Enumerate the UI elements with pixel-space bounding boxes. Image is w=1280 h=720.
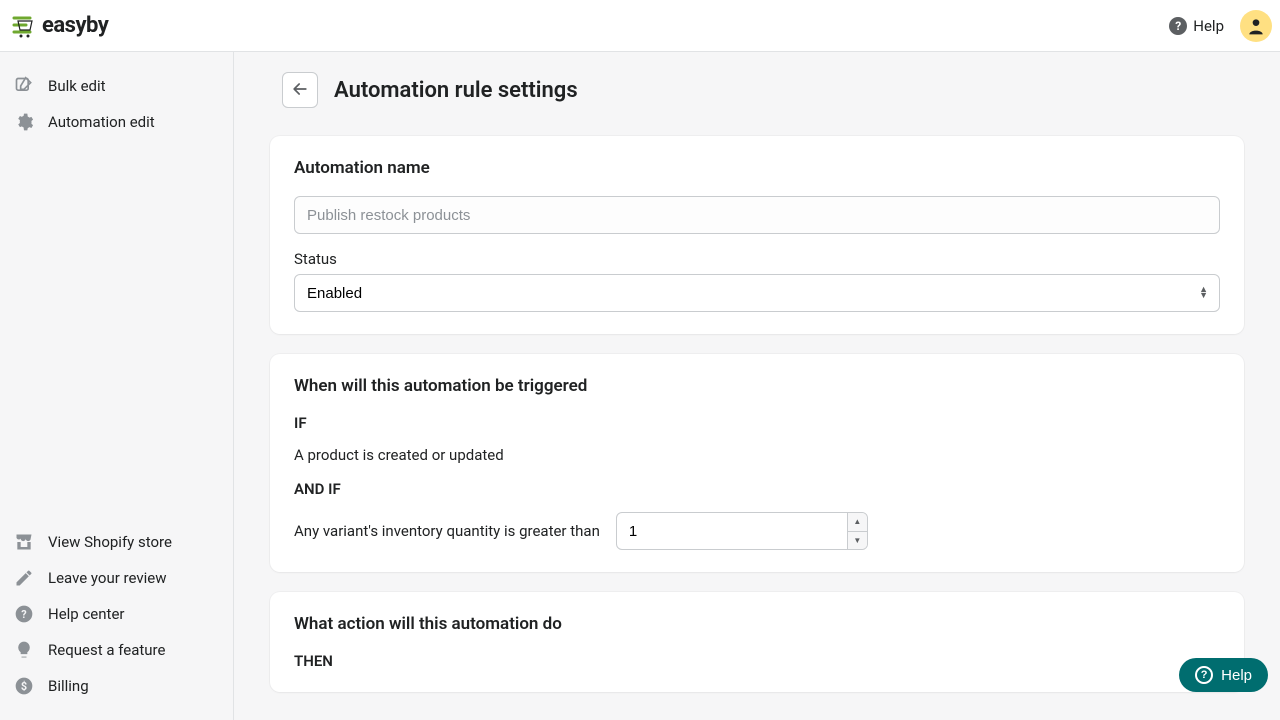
sidebar-bottom-nav: View Shopify store Leave your review ? H… <box>0 524 233 704</box>
if-label: IF <box>294 414 1220 432</box>
chevron-up-icon: ▲ <box>853 517 861 526</box>
brand-name: easyby <box>42 13 108 38</box>
back-button[interactable] <box>282 72 318 108</box>
sidebar-item-view-store[interactable]: View Shopify store <box>0 524 233 560</box>
pencil-icon <box>14 568 34 588</box>
quantity-step-down[interactable]: ▼ <box>847 532 867 550</box>
help-fab[interactable]: ? Help <box>1179 658 1268 692</box>
sidebar-item-label: Billing <box>48 677 89 695</box>
sidebar-item-leave-review[interactable]: Leave your review <box>0 560 233 596</box>
sidebar-item-label: Help center <box>48 605 124 623</box>
arrow-left-icon <box>290 79 310 102</box>
avatar[interactable] <box>1240 10 1272 42</box>
sidebar-item-label: Leave your review <box>48 569 166 587</box>
card-title: What action will this automation do <box>294 614 1220 634</box>
help-label: Help <box>1193 17 1224 35</box>
brand-logo[interactable]: easyby <box>12 13 108 38</box>
topbar: easyby ? Help <box>0 0 1280 52</box>
card-title: Automation name <box>294 158 1220 178</box>
sidebar-item-label: Automation edit <box>48 113 155 131</box>
sidebar-item-label: View Shopify store <box>48 533 172 551</box>
card-title: When will this automation be triggered <box>294 376 1220 396</box>
sidebar-item-billing[interactable]: $ Billing <box>0 668 233 704</box>
store-icon <box>14 532 34 552</box>
svg-text:?: ? <box>21 608 26 621</box>
if-condition-text: A product is created or updated <box>294 446 1220 464</box>
then-label: THEN <box>294 652 1220 670</box>
dollar-circle-icon: $ <box>14 676 34 696</box>
quantity-step-up[interactable]: ▲ <box>847 513 867 532</box>
question-circle-icon: ? <box>14 604 34 624</box>
sidebar: Bulk edit Automation edit View Shopify s… <box>0 52 234 720</box>
and-if-label: AND IF <box>294 480 1220 498</box>
question-circle-icon: ? <box>1169 17 1187 35</box>
lightbulb-icon <box>14 640 34 660</box>
card-automation-name: Automation name Status Enabled ▲▼ <box>270 136 1244 334</box>
status-select[interactable]: Enabled <box>294 274 1220 312</box>
quantity-input[interactable] <box>616 512 868 550</box>
main-content: Automation rule settings Automation name… <box>234 52 1280 720</box>
gear-icon <box>14 112 34 132</box>
sidebar-item-request-feature[interactable]: Request a feature <box>0 632 233 668</box>
sidebar-item-label: Bulk edit <box>48 77 106 95</box>
sidebar-item-bulk-edit[interactable]: Bulk edit <box>0 68 233 104</box>
and-if-condition-text: Any variant's inventory quantity is grea… <box>294 522 600 540</box>
sidebar-item-label: Request a feature <box>48 641 165 659</box>
page-title: Automation rule settings <box>334 78 578 103</box>
card-action: What action will this automation do THEN <box>270 592 1244 692</box>
sidebar-item-automation-edit[interactable]: Automation edit <box>0 104 233 140</box>
question-circle-icon: ? <box>1195 666 1213 684</box>
automation-name-input[interactable] <box>294 196 1220 234</box>
chevron-down-icon: ▼ <box>853 536 861 545</box>
help-fab-label: Help <box>1221 667 1252 684</box>
logo-mark-icon <box>12 14 38 38</box>
status-label: Status <box>294 250 1220 268</box>
help-link[interactable]: ? Help <box>1169 17 1224 35</box>
svg-text:$: $ <box>21 680 27 693</box>
sidebar-top-nav: Bulk edit Automation edit <box>0 68 233 140</box>
card-trigger: When will this automation be triggered I… <box>270 354 1244 572</box>
edit-square-icon <box>14 76 34 96</box>
sidebar-item-help-center[interactable]: ? Help center <box>0 596 233 632</box>
